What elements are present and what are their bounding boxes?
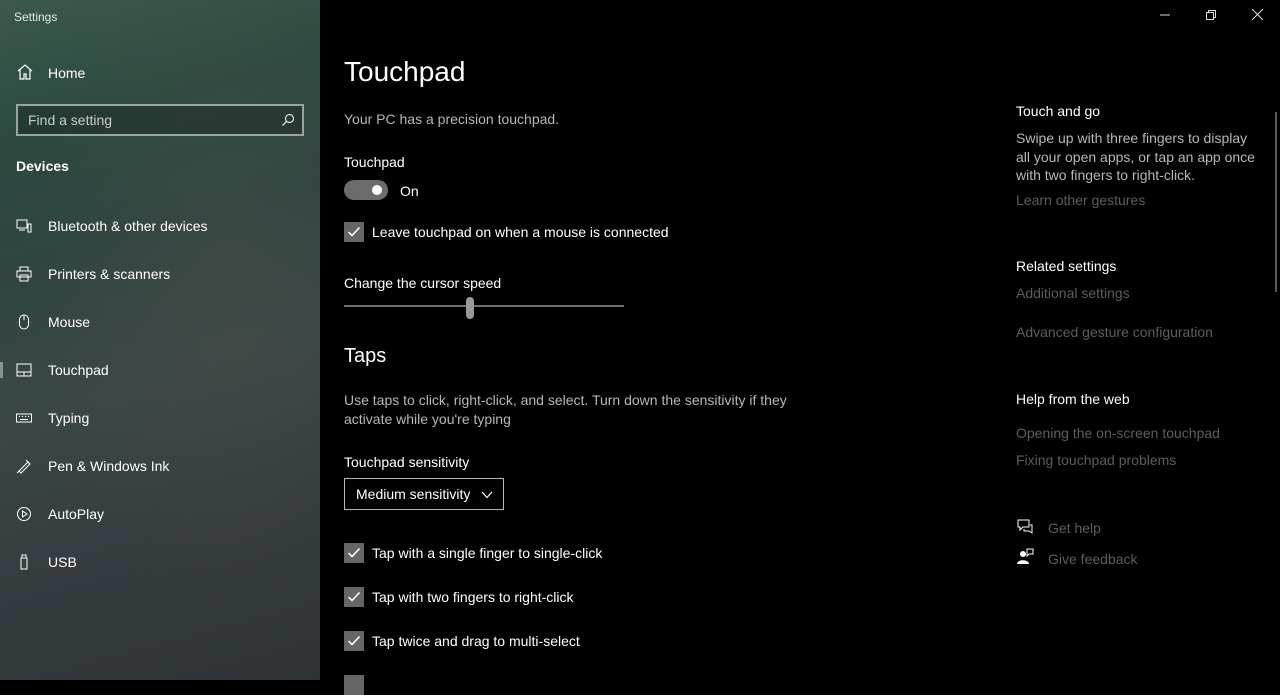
tap-twice-drag-checkbox[interactable]: Tap twice and drag to multi-select [344, 631, 580, 651]
home-label: Home [48, 65, 86, 81]
touch-and-go-heading: Touch and go [1016, 103, 1101, 119]
sidebar-item-pen[interactable]: Pen & Windows Ink [0, 442, 320, 490]
cursor-speed-slider-thumb[interactable] [466, 297, 474, 319]
precision-note: Your PC has a precision touchpad. [344, 111, 560, 127]
sidebar-item-label: Mouse [48, 314, 91, 330]
sidebar-item-printers[interactable]: Printers & scanners [0, 250, 320, 298]
toggle-knob [372, 185, 382, 195]
checkbox-label: Tap twice and drag to multi-select [372, 633, 580, 649]
printer-icon [16, 266, 32, 282]
help-web-heading: Help from the web [1016, 391, 1130, 407]
taps-description-line1: Use taps to click, right-click, and sele… [344, 392, 787, 408]
cursor-speed-label: Change the cursor speed [344, 275, 502, 291]
sensitivity-dropdown[interactable]: Medium sensitivity [344, 478, 504, 510]
sensitivity-label: Touchpad sensitivity [344, 454, 470, 470]
pen-icon [16, 458, 32, 474]
checkbox-label: Leave touchpad on when a mouse is connec… [372, 224, 669, 240]
search-input[interactable] [18, 111, 274, 129]
touchpad-icon [16, 362, 32, 378]
taps-heading: Taps [344, 345, 387, 367]
autoplay-icon [16, 506, 32, 522]
checkbox-check-icon [344, 222, 364, 242]
checkbox-label: Tap with two fingers to right-click [372, 589, 574, 605]
sidebar-item-mouse[interactable]: Mouse [0, 298, 320, 346]
advanced-gesture-link[interactable]: Advanced gesture configuration [1016, 324, 1213, 340]
sensitivity-value: Medium sensitivity [356, 486, 471, 502]
partial-checkbox[interactable] [344, 675, 364, 695]
additional-settings-link[interactable]: Additional settings [1016, 285, 1130, 301]
sidebar-item-label: AutoPlay [48, 506, 105, 522]
sidebar-item-bluetooth[interactable]: Bluetooth & other devices [0, 202, 320, 250]
learn-gestures-link[interactable]: Learn other gestures [1016, 192, 1145, 208]
checkbox-check-icon [344, 631, 364, 651]
give-feedback-label: Give feedback [1048, 550, 1138, 567]
leave-touchpad-on-checkbox[interactable]: Leave touchpad on when a mouse is connec… [344, 222, 669, 242]
keyboard-icon [16, 410, 32, 426]
sidebar-item-label: Bluetooth & other devices [48, 218, 208, 234]
taps-description-line2: activate while you're typing [344, 411, 511, 427]
checkbox-check-icon [344, 543, 364, 563]
onscreen-touchpad-link[interactable]: Opening the on-screen touchpad [1016, 425, 1220, 441]
sidebar-item-label: Printers & scanners [48, 266, 171, 282]
search-icon[interactable] [274, 113, 302, 127]
tap-single-finger-checkbox[interactable]: Tap with a single finger to single-click [344, 543, 602, 563]
usb-icon [16, 554, 32, 570]
page-title: Touchpad [344, 56, 466, 87]
chat-help-icon [1016, 517, 1034, 538]
sidebar-item-touchpad[interactable]: Touchpad [0, 346, 320, 394]
sidebar-item-label: Pen & Windows Ink [48, 458, 170, 474]
right-panel: Touch and go Swipe up with three fingers… [1016, 0, 1266, 680]
mouse-icon [16, 314, 32, 330]
give-feedback-link[interactable]: Give feedback [1016, 548, 1138, 569]
tap-two-fingers-checkbox[interactable]: Tap with two fingers to right-click [344, 587, 574, 607]
related-settings-heading: Related settings [1016, 258, 1117, 274]
get-help-link[interactable]: Get help [1016, 517, 1101, 538]
sidebar-item-autoplay[interactable]: AutoPlay [0, 490, 320, 538]
sidebar-item-usb[interactable]: USB [0, 538, 320, 586]
get-help-label: Get help [1048, 519, 1101, 536]
checkbox-check-icon [344, 587, 364, 607]
sidebar-item-label: Typing [48, 410, 90, 426]
sidebar-item-typing[interactable]: Typing [0, 394, 320, 442]
chevron-down-icon [481, 486, 493, 502]
search-box[interactable] [16, 104, 304, 136]
touchpad-toggle[interactable] [344, 180, 388, 200]
bluetooth-devices-icon [16, 218, 32, 234]
sidebar: Settings Home Devices Bluetooth & other … [0, 0, 320, 680]
touchpad-label: Touchpad [344, 154, 405, 170]
feedback-icon [1016, 548, 1034, 569]
home-nav-item[interactable]: Home [16, 62, 85, 84]
app-title: Settings [14, 10, 58, 24]
scrollbar[interactable] [1275, 112, 1277, 292]
fix-touchpad-link[interactable]: Fixing touchpad problems [1016, 452, 1176, 468]
checkbox-label: Tap with a single finger to single-click [372, 545, 603, 561]
touch-and-go-description: Swipe up with three fingers to display a… [1016, 130, 1255, 183]
section-heading: Devices [16, 158, 69, 174]
cursor-speed-slider[interactable] [344, 305, 624, 307]
main-content: Touchpad Your PC has a precision touchpa… [344, 0, 984, 695]
sidebar-nav: Bluetooth & other devices Printers & sca… [0, 202, 320, 586]
toggle-state-label: On [400, 183, 419, 199]
sidebar-item-label: USB [48, 554, 77, 570]
sidebar-item-label: Touchpad [48, 362, 109, 378]
home-icon [16, 63, 34, 84]
